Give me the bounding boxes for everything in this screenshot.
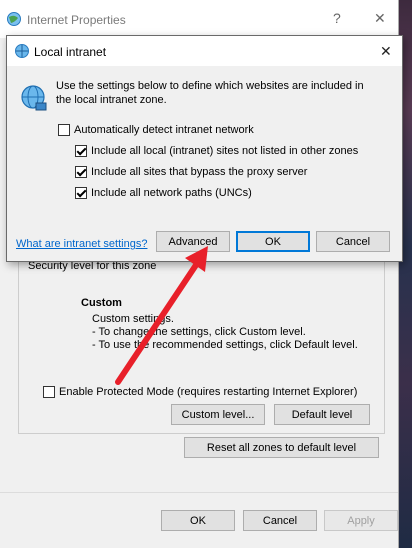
- network-paths-label: Include all network paths (UNCs): [91, 187, 252, 199]
- auto-detect-label: Automatically detect intranet network: [74, 124, 254, 136]
- network-paths-checkbox[interactable]: [75, 187, 87, 199]
- dialog-cancel-button[interactable]: Cancel: [316, 231, 390, 252]
- dialog-ok-button[interactable]: OK: [236, 231, 310, 252]
- protected-mode-label: Enable Protected Mode (requires restarti…: [59, 386, 358, 398]
- custom-line-1: Custom settings.: [92, 313, 174, 325]
- description-line-2: the local intranet zone.: [56, 94, 167, 106]
- custom-heading: Custom: [81, 297, 122, 309]
- description-line-1: Use the settings below to define which w…: [56, 80, 364, 92]
- include-local-sites-checkbox[interactable]: [75, 145, 87, 157]
- local-intranet-dialog: Local intranet ✕ Use the settings below …: [6, 35, 403, 262]
- parent-cancel-button[interactable]: Cancel: [243, 510, 317, 531]
- advanced-button[interactable]: Advanced: [156, 231, 230, 252]
- auto-detect-checkbox[interactable]: [58, 124, 70, 136]
- protected-mode-checkbox[interactable]: [43, 386, 55, 398]
- intranet-settings-help-link[interactable]: What are intranet settings?: [16, 238, 147, 250]
- dialog-close-icon[interactable]: ✕: [380, 43, 392, 60]
- network-globe-icon: [21, 85, 47, 111]
- parent-ok-button[interactable]: OK: [161, 510, 235, 531]
- bypass-proxy-label: Include all sites that bypass the proxy …: [91, 166, 308, 178]
- custom-line-2: - To change the settings, click Custom l…: [92, 326, 306, 338]
- parent-title-bar: Internet Properties ? ✕: [0, 0, 398, 38]
- dialog-title: Local intranet: [34, 45, 107, 59]
- include-local-sites-label: Include all local (intranet) sites not l…: [91, 145, 359, 157]
- footer-divider: [0, 492, 398, 493]
- parent-apply-button: Apply: [324, 510, 398, 531]
- default-level-button[interactable]: Default level: [274, 404, 370, 425]
- parent-close-icon[interactable]: ✕: [374, 10, 386, 27]
- custom-level-button[interactable]: Custom level...: [171, 404, 265, 425]
- parent-title: Internet Properties: [27, 13, 126, 27]
- dialog-title-bar: Local intranet ✕: [7, 36, 402, 66]
- bypass-proxy-checkbox[interactable]: [75, 166, 87, 178]
- custom-line-3: - To use the recommended settings, click…: [92, 339, 358, 351]
- help-icon[interactable]: ?: [333, 10, 341, 26]
- reset-all-zones-button[interactable]: Reset all zones to default level: [184, 437, 379, 458]
- local-intranet-globe-icon: [15, 44, 29, 58]
- internet-globe-icon: [7, 12, 21, 26]
